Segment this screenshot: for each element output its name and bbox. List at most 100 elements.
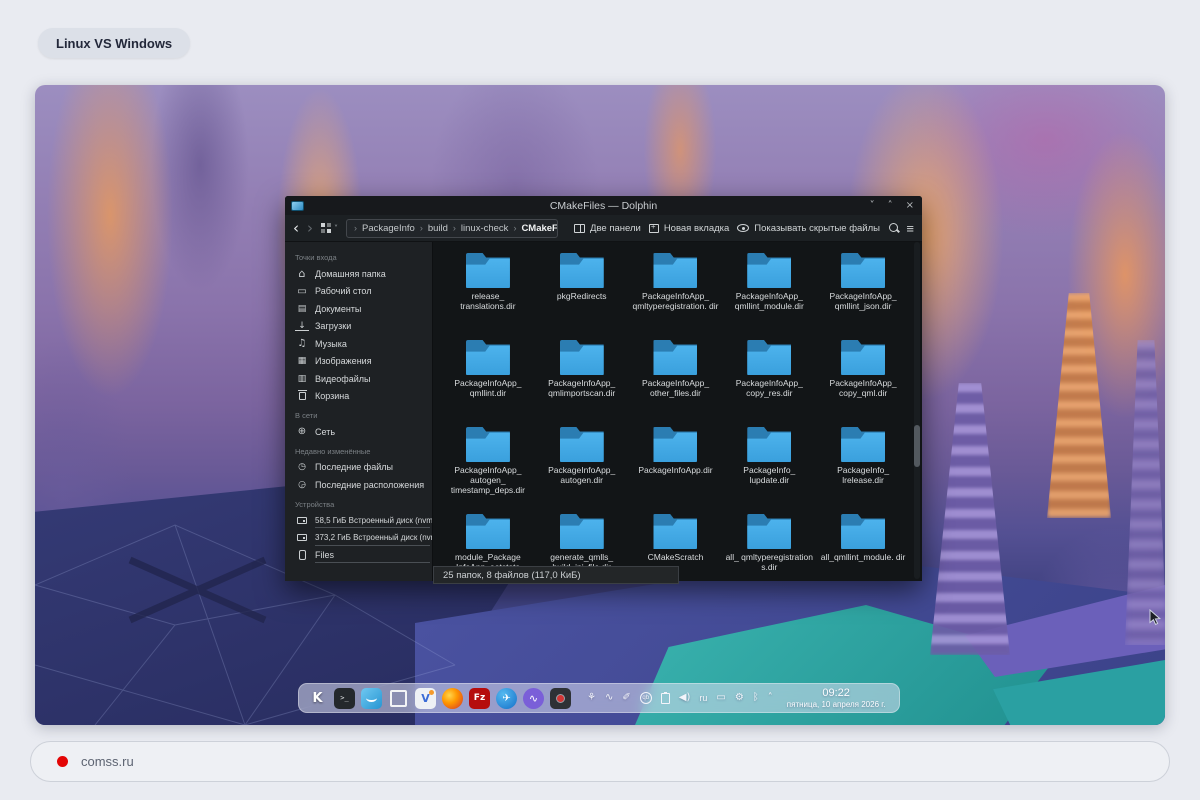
firefox-icon[interactable] (442, 688, 463, 709)
section-title: Недавно изменённые (295, 447, 432, 456)
filezilla-icon[interactable]: Fz (469, 688, 490, 709)
search-button[interactable] (888, 222, 898, 234)
folder-icon (560, 253, 604, 288)
sidebar-item-trash[interactable]: Корзина (295, 388, 432, 406)
folder-item[interactable]: PackageInfo_ lrelease.dir (816, 427, 910, 514)
system-tray: ⚘ ∿ ✐ qb ◀) ru ▭ ⚙ ᛒ ˄ (587, 692, 773, 704)
split-view-button[interactable]: Две панели (574, 223, 641, 234)
document-icon (295, 303, 309, 315)
konsole-icon[interactable]: >_ (334, 688, 355, 709)
minimize-button[interactable]: ˅ (870, 201, 875, 211)
sidebar-item-home[interactable]: Домашняя папка (295, 265, 432, 283)
sidebar-item-music[interactable]: Музыка (295, 335, 432, 353)
folder-item[interactable]: PackageInfoApp_ qmllint.dir (441, 340, 535, 427)
maximize-button[interactable]: ˄ (888, 201, 893, 211)
status-text: 25 папок, 8 файлов (117,0 КиБ) (443, 570, 581, 581)
folder-item[interactable]: PackageInfoApp_ copy_qml.dir (816, 340, 910, 427)
sidebar-item-videos[interactable]: Видеофайлы (295, 370, 432, 388)
network-icon (295, 426, 309, 438)
folder-item[interactable]: PackageInfoApp.dir (629, 427, 723, 514)
folder-icon (747, 514, 791, 549)
hamburger-menu-button[interactable]: ≡ (906, 222, 914, 235)
harddisk-icon (295, 514, 309, 526)
folder-item[interactable]: PackageInfoApp_ autogen.dir (535, 427, 629, 514)
folder-item[interactable]: all_ qmltyperegistration s.dir (722, 514, 816, 581)
qbittorrent-tray-icon[interactable]: qb (640, 692, 652, 704)
folder-item[interactable]: PackageInfoApp_ autogen_ timestamp_deps.… (441, 427, 535, 514)
sidebar-item-documents[interactable]: Документы (295, 300, 432, 318)
back-button[interactable]: ‹ (293, 221, 299, 236)
tray-expand-chevron[interactable]: ˄ (768, 693, 773, 703)
dolphin-taskbar-icon[interactable] (361, 688, 382, 709)
folder-item[interactable]: PackageInfoApp_ qmltyperegistration. dir (629, 253, 723, 340)
folder-icon (653, 253, 697, 288)
sidebar-item-label: Видеофайлы (315, 374, 370, 384)
harddisk-icon (295, 532, 309, 544)
view-mode-button[interactable]: ˅ (321, 223, 338, 233)
folder-icon (747, 340, 791, 375)
clock-widget[interactable]: 09:22 пятница, 10 апреля 2026 г. (787, 687, 886, 709)
folder-item[interactable]: PackageInfoApp_ qmllint_module.dir (722, 253, 816, 340)
folder-item[interactable]: PackageInfo_ lupdate.dir (722, 427, 816, 514)
sidebar-item-label: Домашняя папка (315, 269, 386, 279)
sidebar-item-label: Музыка (315, 339, 347, 349)
sidebar-item-disk-2[interactable]: 373,2 ГиБ Встроенный диск (nvme… (295, 529, 432, 547)
window-titlebar[interactable]: CMakeFiles — Dolphin ˅ ˄ × (285, 196, 922, 215)
folder-item[interactable]: PackageInfoApp_ other_files.dir (629, 340, 723, 427)
sidebar-item-label: Корзина (315, 391, 349, 401)
folder-item[interactable]: PackageInfoApp_ qmllint_json.dir (816, 253, 910, 340)
display-tray-icon[interactable]: ▭ (716, 693, 725, 703)
folder-icon (841, 253, 885, 288)
breadcrumb-current[interactable]: CMakeFiles (521, 223, 558, 234)
clipboard-tray-icon[interactable] (661, 693, 670, 704)
folder-icon (560, 340, 604, 375)
sidebar-item-pictures[interactable]: Изображения (295, 353, 432, 371)
breadcrumb-segment[interactable]: PackageInfo (362, 223, 415, 234)
folder-name: PackageInfo_ lrelease.dir (816, 465, 910, 485)
folder-item[interactable]: pkgRedirects (535, 253, 629, 340)
clock-date: пятница, 10 апреля 2026 г. (787, 700, 886, 709)
plane-app-icon[interactable]: ✈ (496, 688, 517, 709)
v-app-icon[interactable]: V (415, 688, 436, 709)
folder-item[interactable]: PackageInfoApp_ copy_res.dir (722, 340, 816, 427)
bluetooth-tray-icon[interactable]: ᛒ (753, 693, 759, 703)
disk-usage-bar (315, 545, 430, 546)
breadcrumb-segment[interactable]: build (428, 223, 448, 234)
folder-icon (747, 427, 791, 462)
settings-tray-icon[interactable]: ⚙ (735, 693, 744, 703)
updates-tray-icon[interactable]: ⚘ (587, 693, 596, 703)
sidebar-item-recent-files[interactable]: Последние файлы (295, 459, 432, 477)
sidebar-item-label: Последние расположения (315, 480, 424, 490)
sidebar-item-downloads[interactable]: Загрузки (295, 318, 432, 336)
folder-item[interactable]: all_qmllint_module. dir (816, 514, 910, 581)
scrollbar-track[interactable] (914, 242, 920, 579)
camera-app-icon[interactable] (550, 688, 571, 709)
breadcrumb[interactable]: › PackageInfo › build › linux-check › CM… (346, 219, 558, 238)
show-hidden-files-button[interactable]: Показывать скрытые файлы (737, 223, 880, 234)
sidebar-item-network[interactable]: Сеть (295, 423, 432, 441)
volume-tray-icon[interactable]: ◀) (679, 693, 691, 703)
scrollbar-thumb[interactable] (914, 425, 920, 467)
sidebar-item-files-device[interactable]: Files (295, 547, 432, 565)
sidebar-item-recent-locations[interactable]: Последние расположения (295, 476, 432, 494)
folder-item[interactable]: release_ translations.dir (441, 253, 535, 340)
sidebar-item-desktop[interactable]: Рабочий стол (295, 283, 432, 301)
folder-icon (841, 514, 885, 549)
pen-tray-icon[interactable]: ✐ (622, 693, 630, 703)
keyboard-layout-indicator[interactable]: ru (699, 693, 707, 703)
sidebar-item-label: Рабочий стол (315, 286, 372, 296)
new-tab-button[interactable]: Новая вкладка (649, 223, 729, 234)
section-title: Точки входа (295, 253, 432, 262)
wave-app-icon[interactable]: ∿ (523, 688, 544, 709)
folder-view[interactable]: release_ translations.dir pkgRedirects P… (433, 242, 922, 581)
status-bar: 25 папок, 8 файлов (117,0 КиБ) (433, 566, 679, 584)
sidebar-item-disk-1[interactable]: 58,5 ГиБ Встроенный диск (nvme0… (295, 512, 432, 530)
breadcrumb-segment[interactable]: linux-check (461, 223, 509, 234)
folder-item[interactable]: PackageInfoApp_ qmlimportscan.dir (535, 340, 629, 427)
folder-name: PackageInfoApp_ qmltyperegistration. dir (629, 291, 723, 311)
kde-launcher-icon[interactable]: K (307, 688, 328, 709)
wave-tray-icon[interactable]: ∿ (605, 693, 613, 703)
folder-name: PackageInfoApp_ qmlimportscan.dir (535, 378, 629, 398)
close-button[interactable]: × (906, 201, 914, 211)
frame-app-icon[interactable] (390, 690, 407, 707)
